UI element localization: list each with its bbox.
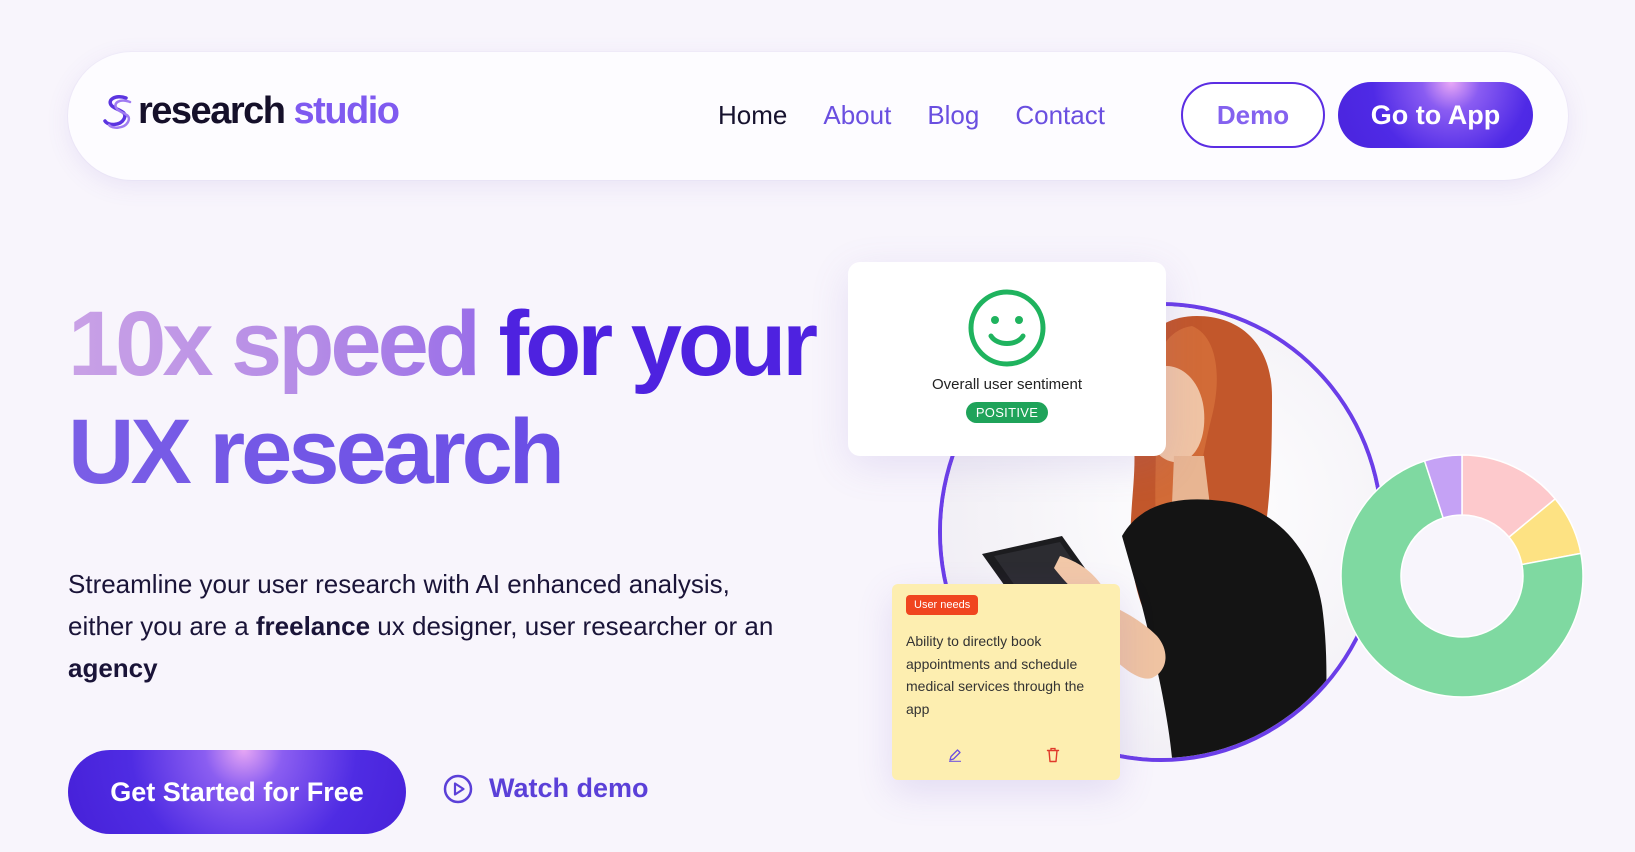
hero-desc-text-2: ux designer, user researcher or an — [370, 611, 774, 641]
watch-demo-link[interactable]: Watch demo — [443, 773, 649, 804]
play-circle-icon — [443, 774, 473, 803]
sentiment-card: Overall user sentiment POSITIVE — [848, 262, 1166, 456]
trash-icon[interactable] — [1046, 747, 1060, 763]
nav-link-home[interactable]: Home — [718, 100, 787, 131]
hero-desc-bold-freelance: freelance — [255, 611, 371, 641]
donut-segments — [1340, 454, 1584, 698]
brand-name-primary: research — [138, 90, 286, 132]
nav-link-blog[interactable]: Blog — [927, 100, 979, 131]
sentiment-badge: POSITIVE — [965, 402, 1049, 423]
brand-name-secondary: studio — [293, 90, 400, 132]
hero-title-line2: UX research — [68, 401, 565, 503]
go-to-app-button[interactable]: Go to App — [1338, 82, 1533, 148]
note-text: Ability to directly book appointments an… — [906, 633, 1085, 717]
nav-link-about[interactable]: About — [823, 100, 891, 131]
top-navbar: research studio Home About Blog Contact … — [68, 52, 1568, 180]
donut-chart — [1340, 454, 1584, 698]
s-logo-icon — [103, 94, 132, 129]
hero-title: 10x speed for your UX research — [68, 290, 828, 506]
hero-desc-bold-agency: agency — [68, 653, 158, 683]
nav-link-contact[interactable]: Contact — [1015, 100, 1105, 131]
nav-links: Home About Blog Contact — [718, 100, 1105, 131]
brand-logo[interactable]: research studio — [102, 90, 400, 133]
user-needs-note-card: User needs Ability to directly book appo… — [892, 584, 1120, 780]
hero-title-strong: for your — [498, 293, 819, 395]
pencil-icon[interactable] — [948, 748, 962, 762]
hero-description: Streamline your user research with AI en… — [68, 563, 788, 689]
hero-title-highlight: 10x speed — [68, 293, 481, 395]
watch-demo-label: Watch demo — [489, 773, 649, 803]
sentiment-label: Overall user sentiment — [931, 376, 1083, 393]
note-tag: User needs — [906, 595, 979, 615]
get-started-button[interactable]: Get Started for Free — [68, 750, 406, 834]
smiley-icon — [968, 289, 1046, 367]
demo-button[interactable]: Demo — [1181, 82, 1325, 148]
